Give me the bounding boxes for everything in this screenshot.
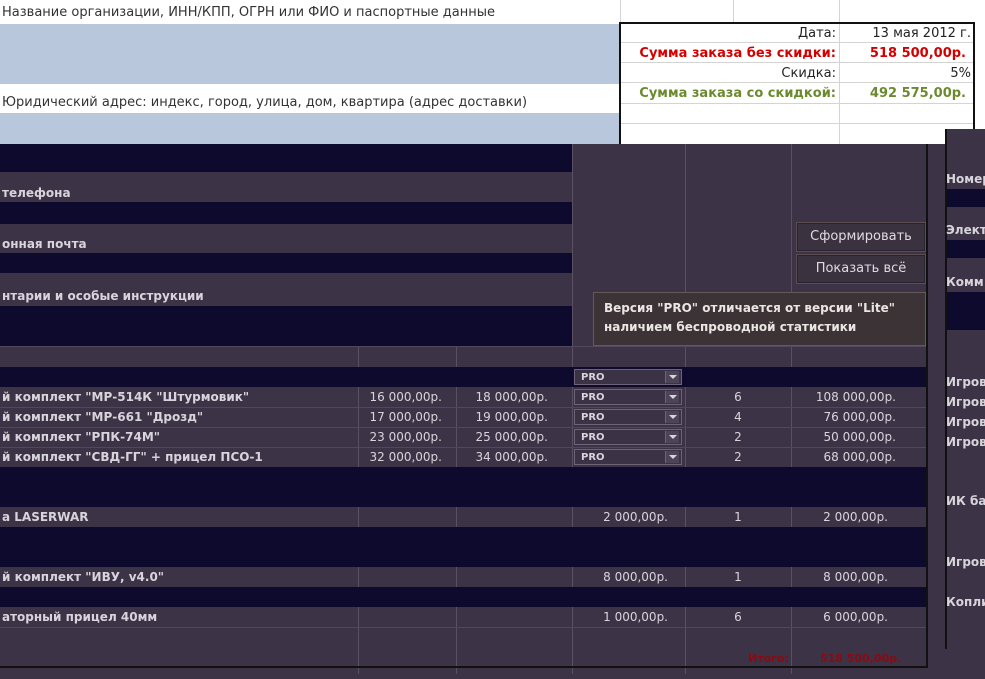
extra-name: й комплект "ИВУ, v4.0": [2, 570, 165, 584]
chevron-down-icon[interactable]: [665, 411, 679, 423]
right-label: Копли: [946, 595, 985, 609]
extra-qty[interactable]: 1: [686, 510, 790, 524]
discount-label: Скидка:: [781, 66, 836, 81]
extra-qty[interactable]: 1: [686, 570, 790, 584]
grid-line: [0, 407, 926, 408]
email-field[interactable]: [0, 253, 572, 273]
phone-label: телефона: [2, 186, 71, 200]
product-table: й комплект "МР-514К "Штурмовик" 16 000,0…: [0, 387, 926, 467]
right-panel: [945, 129, 985, 649]
product-name: й комплект "МР-661 "Дрозд": [2, 410, 204, 424]
subtotal-value: 518 500,00р.: [869, 46, 966, 61]
grid-line: [0, 627, 926, 628]
table-row-ghost: [0, 587, 926, 607]
extra-sum: 6 000,00р.: [823, 610, 888, 624]
right-panel-field[interactable]: [947, 292, 985, 330]
version-select[interactable]: PRO: [574, 409, 682, 425]
product-sum: 50 000,00р.: [823, 430, 896, 444]
product-price-lite: 23 000,00р.: [369, 430, 442, 444]
product-qty[interactable]: 6: [686, 390, 790, 404]
tooltip-line: Версия "PRO" отличается от версии "Lite": [604, 301, 895, 315]
table-row-ghost: [0, 527, 926, 567]
table-row-ghost: [0, 467, 926, 507]
email-label: онная почта: [2, 237, 87, 251]
extra-name: аторный прицел 40мм: [2, 610, 158, 624]
product-price-pro: 25 000,00р.: [475, 430, 548, 444]
extra-price: 1 000,00р.: [603, 610, 668, 624]
grid-line: [0, 447, 926, 448]
address-input-band[interactable]: [0, 113, 620, 144]
show-all-button[interactable]: Показать всё: [796, 254, 926, 284]
grid-line: [0, 427, 926, 428]
extra-qty[interactable]: 6: [686, 610, 790, 624]
right-label: Игрово: [946, 555, 985, 569]
chevron-down-icon[interactable]: [665, 371, 679, 383]
org-input-band[interactable]: [0, 24, 620, 84]
product-qty[interactable]: 2: [686, 430, 790, 444]
generate-button[interactable]: Сформировать: [796, 222, 926, 252]
product-price-lite: 17 000,00р.: [369, 410, 442, 424]
extra-sum: 8 000,00р.: [823, 570, 888, 584]
product-price-pro: 34 000,00р.: [475, 450, 548, 464]
product-qty[interactable]: 2: [686, 450, 790, 464]
phone-field[interactable]: [0, 202, 572, 224]
extra-sum: 2 000,00р.: [823, 510, 888, 524]
extra-name: а LASERWAR: [2, 510, 89, 524]
footer-total-label: Итого:: [748, 652, 789, 665]
version-select[interactable]: PRO: [574, 389, 682, 405]
extra-price: 2 000,00р.: [603, 510, 668, 524]
chevron-down-icon[interactable]: [665, 391, 679, 403]
product-price-pro: 18 000,00р.: [475, 390, 548, 404]
subtotal-label: Сумма заказа без скидки:: [639, 46, 836, 61]
right-label: Электр: [946, 223, 985, 237]
comments-field[interactable]: [0, 306, 572, 346]
comments-label: нтарии и особые инструкции: [2, 289, 204, 303]
product-price-pro: 19 000,00р.: [475, 410, 548, 424]
grid-line: [733, 0, 734, 24]
total-value: 492 575,00р.: [869, 86, 966, 101]
grid-line: [0, 346, 926, 347]
version-select[interactable]: PRO: [574, 429, 682, 445]
extra-price: 8 000,00р.: [603, 570, 668, 584]
right-label: Игрово: [946, 415, 985, 429]
right-label: Комм: [946, 275, 984, 289]
product-name: й комплект "МР-514К "Штурмовик": [2, 390, 250, 404]
table-border: [0, 666, 928, 668]
date-value: 13 мая 2012 г.: [872, 26, 971, 41]
product-name: й комплект "СВД-ГГ" + прицел ПСО-1: [2, 450, 263, 464]
right-label: Номер: [946, 172, 985, 186]
right-label: Игрово: [946, 395, 985, 409]
date-label: Дата:: [797, 26, 836, 41]
right-panel-field[interactable]: [947, 189, 985, 207]
product-name: й комплект "РПК-74М": [2, 430, 161, 444]
product-price-lite: 32 000,00р.: [369, 450, 442, 464]
org-label: Название организации, ИНН/КПП, ОГРН или …: [2, 5, 496, 20]
right-label: Игрово: [946, 375, 985, 389]
product-sum: 76 000,00р.: [823, 410, 896, 424]
version-select[interactable]: PRO: [574, 369, 682, 385]
right-label: ИК баз: [946, 494, 985, 508]
product-sum: 68 000,00р.: [823, 450, 896, 464]
version-tooltip: Версия "PRO" отличается от версии "Lite"…: [593, 292, 926, 346]
table-row-ghost: [0, 367, 926, 387]
product-sum: 108 000,00р.: [815, 390, 896, 404]
org-field-dark[interactable]: [0, 144, 572, 172]
footer-total-value: 518 500,00р.: [820, 652, 902, 665]
chevron-down-icon[interactable]: [665, 431, 679, 443]
total-label: Сумма заказа со скидкой:: [639, 86, 836, 101]
product-price-lite: 16 000,00р.: [369, 390, 442, 404]
product-qty[interactable]: 4: [686, 410, 790, 424]
chevron-down-icon[interactable]: [665, 451, 679, 463]
address-label: Юридический адрес: индекс, город, улица,…: [2, 95, 528, 110]
right-panel-field[interactable]: [947, 240, 985, 258]
right-label: Игрово: [946, 435, 985, 449]
discount-value[interactable]: 5%: [842, 66, 971, 81]
tooltip-line: наличием беспроводной статистики: [604, 320, 857, 334]
table-border: [926, 144, 928, 666]
version-select[interactable]: PRO: [574, 449, 682, 465]
